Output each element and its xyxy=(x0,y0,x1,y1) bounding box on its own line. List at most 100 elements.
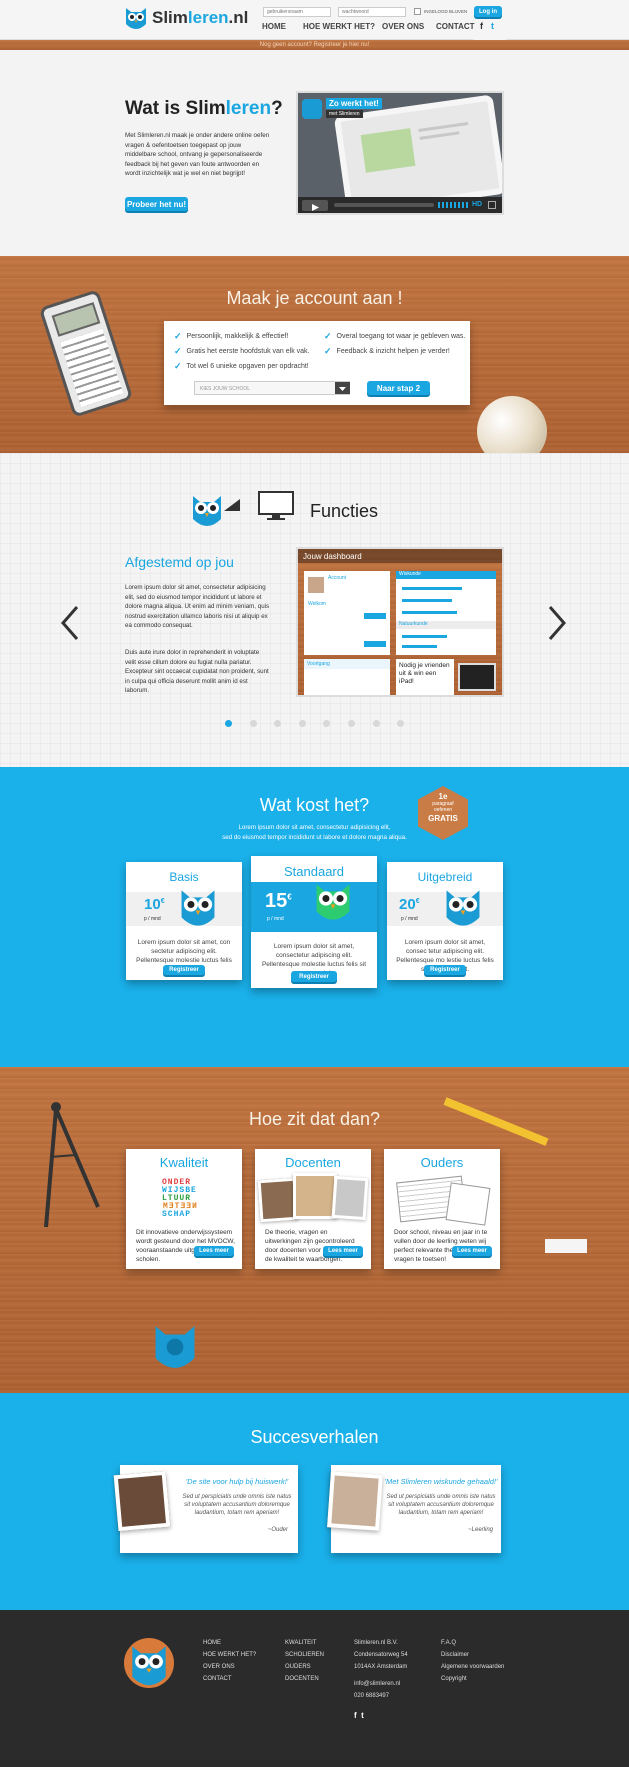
brand-logo-text[interactable]: Slimleren.nl xyxy=(152,8,248,28)
footer-link-voorwaarden[interactable]: Algemene voorwaarden xyxy=(441,1664,504,1670)
story-card-2: 'Met Slimleren wiskunde gehaald!' Sed ut… xyxy=(327,1465,501,1553)
dash-voortgang-label: Voortgang xyxy=(304,659,390,669)
try-now-button[interactable]: Probeer het nu! xyxy=(125,197,188,211)
footer-social: f t xyxy=(354,1711,364,1720)
currency-symbol: € xyxy=(287,892,292,902)
next-step-button[interactable]: Naar stap 2 xyxy=(367,381,430,395)
dash-welkom-label: Welkom xyxy=(308,601,326,607)
fullscreen-icon[interactable] xyxy=(488,201,496,209)
footer-link-faq[interactable]: F.A.Q xyxy=(441,1640,504,1646)
twitter-icon[interactable]: t xyxy=(491,21,494,31)
read-more-button[interactable]: Lees meer xyxy=(194,1246,234,1256)
hero-section: Wat is Slimleren? Met Slimleren.nl maak … xyxy=(0,50,629,256)
dash-mini-button[interactable] xyxy=(364,641,386,647)
plan-name: Basis xyxy=(169,870,199,884)
register-notice-bar[interactable]: Nog geen account? Registreer je hier nu! xyxy=(0,40,629,50)
carousel-dot[interactable] xyxy=(249,720,257,727)
twitter-icon[interactable]: t xyxy=(361,1711,364,1720)
nav-home[interactable]: HOME xyxy=(262,22,286,31)
carousel-dot[interactable] xyxy=(274,720,282,727)
register-button[interactable]: Registreer xyxy=(163,965,205,975)
nav-hoe-werkt-het[interactable]: HOE WERKT HET? xyxy=(303,22,375,31)
owl-mascot-icon xyxy=(190,493,224,529)
nav-contact[interactable]: CONTACT xyxy=(436,22,475,31)
footer-link-home[interactable]: HOME xyxy=(203,1640,256,1646)
tablet-screen-picture xyxy=(360,128,416,173)
remember-checkbox[interactable] xyxy=(414,8,421,15)
plan-card-basis: Basis 10€ p / mnd Lorem ipsum dolor sit … xyxy=(126,862,242,980)
pricing-section: Wat kost het? Lorem ipsum dolor sit amet… xyxy=(0,767,629,1067)
prev-arrow-icon[interactable] xyxy=(60,605,80,641)
pricing-title: Wat kost het? xyxy=(259,795,370,815)
footer-link-scholieren[interactable]: SCHOLIEREN xyxy=(285,1652,324,1658)
owl-logo-icon[interactable] xyxy=(124,6,148,32)
facebook-icon[interactable]: f xyxy=(480,21,483,31)
register-notice-text[interactable]: Nog geen account? Registreer je hier nu! xyxy=(260,42,369,48)
dash-natuurkunde-label: Natuurkunde xyxy=(396,621,496,629)
volume-icon[interactable] xyxy=(438,202,468,208)
login-button[interactable]: Log in xyxy=(474,6,502,17)
play-icon[interactable] xyxy=(302,200,328,211)
footer-link-contact[interactable]: CONTACT xyxy=(203,1676,256,1682)
free-badge-line-3: GRATIS xyxy=(428,814,458,823)
calculator-keys xyxy=(60,328,124,408)
password-input[interactable] xyxy=(338,7,406,17)
register-button[interactable]: Registreer xyxy=(424,965,466,975)
dash-progress-bar xyxy=(402,599,452,602)
account-title: Maak je account aan ! xyxy=(226,288,403,308)
hd-label[interactable]: HD xyxy=(472,201,482,208)
read-more-button[interactable]: Lees meer xyxy=(323,1246,363,1256)
functies-title: Functies xyxy=(310,501,379,521)
username-input[interactable] xyxy=(263,7,331,17)
carousel-dot[interactable] xyxy=(347,720,355,727)
check-icon: ✓ xyxy=(324,345,332,356)
carousel-dots xyxy=(225,720,405,728)
footer-link-hoe-werkt-het[interactable]: HOE WERKT HET? xyxy=(203,1652,256,1658)
dashboard-screenshot[interactable]: Jouw dashboard Account Welkom Wiskunde N… xyxy=(296,547,504,697)
video-progress[interactable] xyxy=(334,203,434,207)
info-card-title: Docenten xyxy=(285,1155,341,1170)
carousel-dot[interactable] xyxy=(397,720,405,727)
dashboard-promo[interactable]: Nodig je vrienden uit & win een iPad! xyxy=(396,659,454,695)
letter-row: NEETEM xyxy=(162,1202,197,1211)
check-icon: ✓ xyxy=(174,360,182,371)
facebook-icon[interactable]: f xyxy=(354,1711,357,1720)
video-owl-icon xyxy=(302,99,322,119)
chevron-down-icon[interactable] xyxy=(335,382,350,394)
succes-title: Succesverhalen xyxy=(250,1427,379,1447)
nav-over-ons[interactable]: OVER ONS xyxy=(382,22,424,31)
carousel-dot[interactable] xyxy=(372,720,380,727)
footer-link-kwaliteit[interactable]: KWALITEIT xyxy=(285,1640,324,1646)
dashboard-subjects-panel: Wiskunde Natuurkunde xyxy=(396,571,496,655)
feature-item: ✓ Gratis het eerste hoofdstuk van elk vak… xyxy=(174,345,310,356)
footer-link-ouders[interactable]: OUDERS xyxy=(285,1664,324,1670)
dashboard-title: Jouw dashboard xyxy=(298,549,502,563)
story-quote: 'Met Slimleren wiskunde gehaald!' xyxy=(384,1477,498,1486)
dash-progress-bar xyxy=(402,635,447,638)
footer-link-over-ons[interactable]: OVER ONS xyxy=(203,1664,256,1670)
carousel-dot[interactable] xyxy=(298,720,306,727)
carousel-dot[interactable] xyxy=(225,720,232,727)
register-button[interactable]: Registreer xyxy=(291,971,337,982)
story-card-1: 'De site voor hulp bij huiswerk!' Sed ut… xyxy=(113,1465,298,1553)
footer-link-docenten[interactable]: DOCENTEN xyxy=(285,1676,324,1682)
notebook-image xyxy=(445,1182,491,1226)
plan-unit: p / mnd xyxy=(267,916,284,922)
footer: HOME HOE WERKT HET? OVER ONS CONTACT KWA… xyxy=(0,1610,629,1767)
hoe-title: Hoe zit dat dan? xyxy=(248,1109,381,1129)
dashboard-account-panel: Account Welkom xyxy=(304,571,390,655)
read-more-button[interactable]: Lees meer xyxy=(452,1246,492,1256)
footer-link-disclaimer[interactable]: Disclaimer xyxy=(441,1652,504,1658)
next-arrow-icon[interactable] xyxy=(547,605,567,641)
check-icon: ✓ xyxy=(174,330,182,341)
school-select[interactable]: KIES JOUW SCHOOL xyxy=(194,381,350,395)
carousel-dot[interactable] xyxy=(323,720,331,727)
account-section: Maak je account aan ! ✓ Persoonlijk, makk… xyxy=(0,256,629,466)
footer-link-copyright[interactable]: Copyright xyxy=(441,1676,504,1682)
dash-mini-button[interactable] xyxy=(364,613,386,619)
plan-price: 10€ xyxy=(144,896,165,913)
feature-item: ✓ Tot wel 6 unieke opgaven per opdracht! xyxy=(174,360,309,371)
video-player[interactable]: Zo werkt het! met Slimleren HD xyxy=(296,91,504,215)
hero-title: Wat is Slimleren? xyxy=(125,98,283,120)
footer-email[interactable]: info@slimleren.nl xyxy=(354,1681,408,1687)
